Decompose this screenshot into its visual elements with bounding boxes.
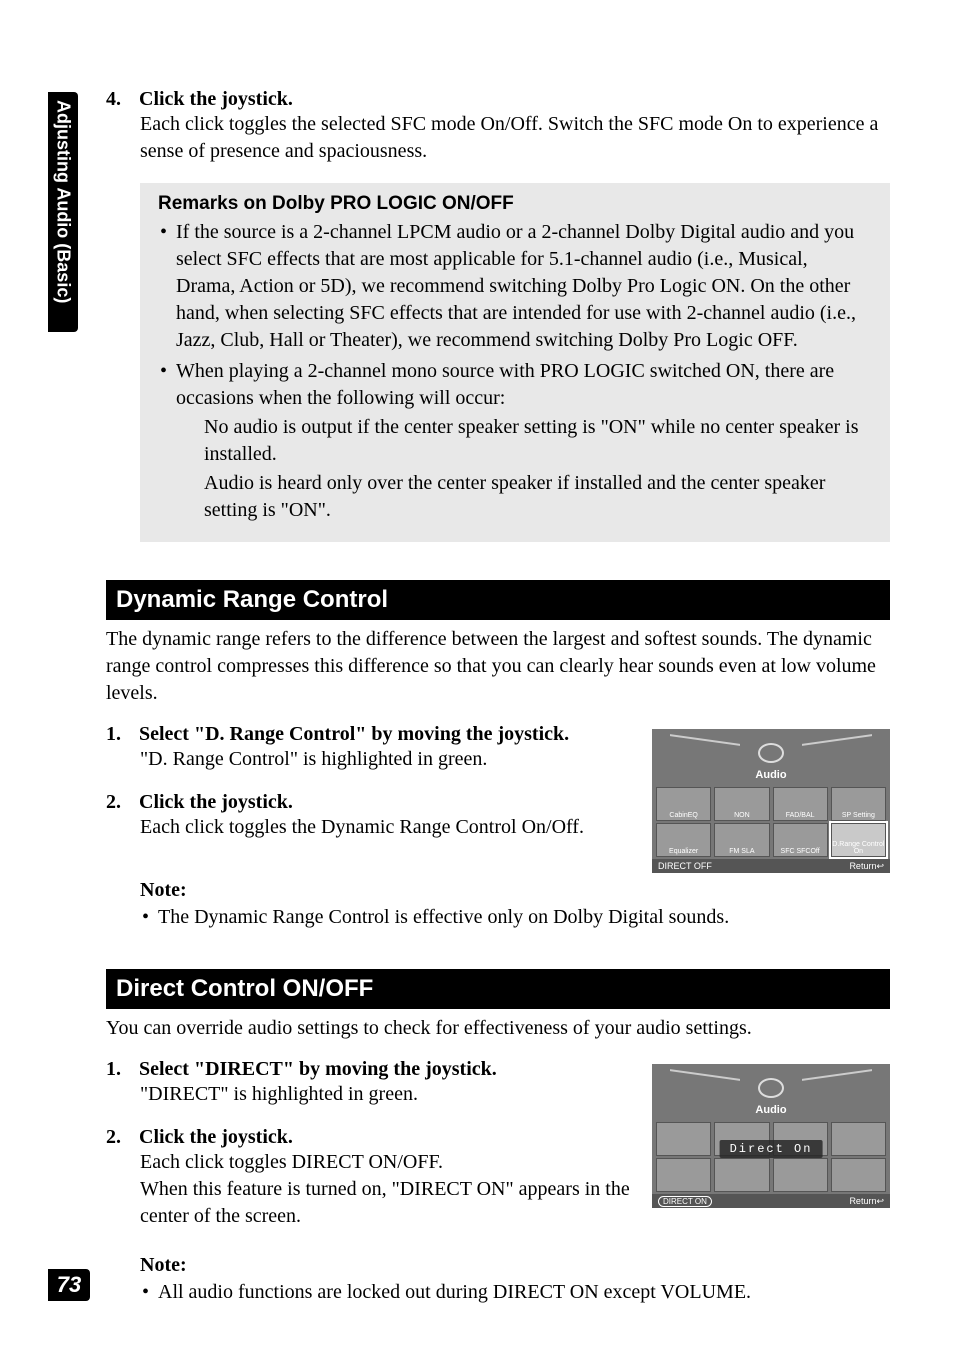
fig-cell <box>831 1158 886 1192</box>
drc-intro: The dynamic range refers to the differen… <box>106 626 890 707</box>
step-title: Select "D. Range Control" by moving the … <box>139 723 569 745</box>
step-number: 4. <box>106 88 134 111</box>
fig-cell-sfcoff: SFC SFCOff <box>773 823 828 857</box>
step-body-line1: Each click toggles DIRECT ON/OFF. <box>140 1149 638 1176</box>
page-number: 73 <box>48 1269 90 1301</box>
drc-note-1: The Dynamic Range Control is effective o… <box>140 904 894 931</box>
direct-layout: 1. Select "DIRECT" by moving the joystic… <box>106 1058 890 1248</box>
fig-cell-equalizer: Equalizer <box>656 823 711 857</box>
step-body: "D. Range Control" is highlighted in gre… <box>140 746 638 773</box>
figure-audio-label: Audio <box>652 769 890 781</box>
drc-note: Note: The Dynamic Range Control is effec… <box>140 879 894 931</box>
figure-audio-label: Audio <box>652 1104 890 1116</box>
fig-cell <box>831 1122 886 1156</box>
note-label: Note: <box>140 1254 894 1277</box>
step-body: Each click toggles the Dynamic Range Con… <box>140 814 638 841</box>
fig-cell <box>656 1158 711 1192</box>
step-body-line2: When this feature is turned on, "DIRECT … <box>140 1176 638 1230</box>
drc-step-1: 1. Select "D. Range Control" by moving t… <box>106 723 638 773</box>
remarks-box: Remarks on Dolby PRO LOGIC ON/OFF If the… <box>140 183 890 542</box>
fig-cell <box>714 1158 769 1192</box>
side-tab: Adjusting Audio (Basic) <box>48 92 78 332</box>
note-label: Note: <box>140 879 894 902</box>
fig-direct-status: DIRECT OFF <box>658 861 712 871</box>
section-heading-direct: Direct Control ON/OFF <box>106 969 890 1009</box>
section-heading-drc: Dynamic Range Control <box>106 580 890 620</box>
direct-note-1: All audio functions are locked out durin… <box>140 1279 894 1306</box>
drc-step-2: 2. Click the joystick. Each click toggle… <box>106 791 638 841</box>
remarks-bullet-1: If the source is a 2-channel LPCM audio … <box>158 219 872 354</box>
remarks-bullet-2: When playing a 2-channel mono source wit… <box>158 358 872 524</box>
direct-step-1: 1. Select "DIRECT" by moving the joystic… <box>106 1058 638 1108</box>
step-4: 4. Click the joystick. Each click toggle… <box>106 88 894 165</box>
figure-drc-screen: Audio CabinEQ NON FAD/BAL SP Setting Equ… <box>652 729 890 873</box>
fig-cell-fmsla: FM SLA <box>714 823 769 857</box>
remarks-title: Remarks on Dolby PRO LOGIC ON/OFF <box>158 193 872 215</box>
drc-layout: 1. Select "D. Range Control" by moving t… <box>106 723 890 873</box>
direct-intro: You can override audio settings to check… <box>106 1015 890 1042</box>
step-title: Click the joystick. <box>139 1126 293 1148</box>
direct-step-2: 2. Click the joystick. Each click toggle… <box>106 1126 638 1230</box>
step-body: "DIRECT" is highlighted in green. <box>140 1081 638 1108</box>
fig-cell <box>773 1158 828 1192</box>
fig-direct-status: DIRECT ON <box>658 1196 712 1207</box>
fig-cell <box>656 1122 711 1156</box>
page-content: 4. Click the joystick. Each click toggle… <box>106 88 894 1306</box>
remarks-sub-1: No audio is output if the center speaker… <box>204 414 872 468</box>
remarks-bullet-2-text: When playing a 2-channel mono source wit… <box>176 360 834 409</box>
fig-cell-drange-highlight: D.Range Control On <box>831 823 886 857</box>
step-number: 2. <box>106 791 134 814</box>
step-title: Select "DIRECT" by moving the joystick. <box>139 1058 497 1080</box>
step-number: 2. <box>106 1126 134 1149</box>
remarks-sub-2: Audio is heard only over the center spea… <box>204 470 872 524</box>
fig-cell-non: NON <box>714 787 769 821</box>
step-number: 1. <box>106 723 134 746</box>
step-number: 1. <box>106 1058 134 1081</box>
step-title: Click the joystick. <box>139 791 293 813</box>
figure-direct-screen: Audio Direct On DIRECT ON Return↩ <box>652 1064 890 1208</box>
fig-cell-cabineq: CabinEQ <box>656 787 711 821</box>
fig-cell-spsetting: SP Setting <box>831 787 886 821</box>
fig-direct-on-overlay: Direct On <box>720 1140 823 1158</box>
step-body: Each click toggles the selected SFC mode… <box>140 111 894 165</box>
fig-return-label: Return↩ <box>849 1196 884 1207</box>
fig-cell-fadbal: FAD/BAL <box>773 787 828 821</box>
direct-note: Note: All audio functions are locked out… <box>140 1254 894 1306</box>
step-title: Click the joystick. <box>139 88 293 110</box>
fig-return-label: Return↩ <box>849 861 884 872</box>
